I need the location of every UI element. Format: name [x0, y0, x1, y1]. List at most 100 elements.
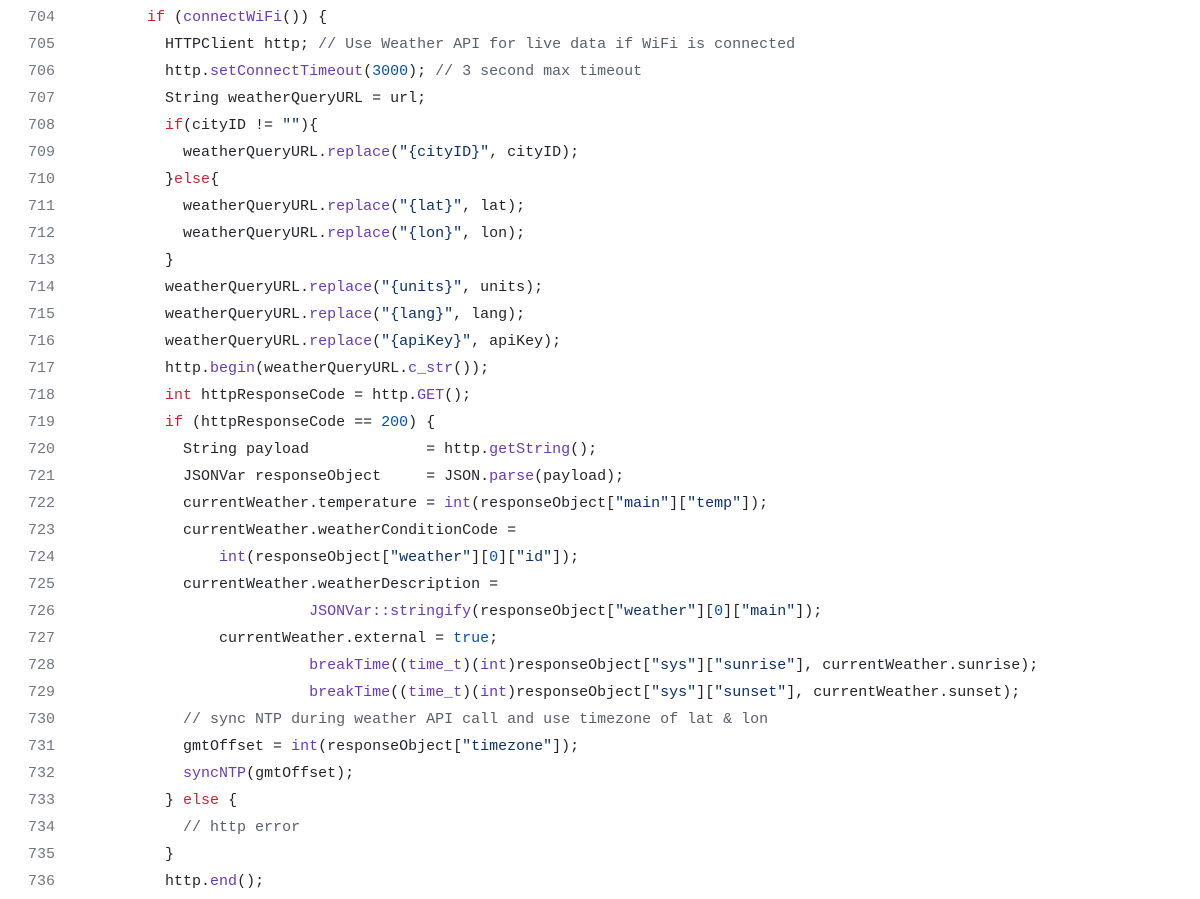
token-pl-s: "id" — [516, 549, 552, 566]
token-plain: ][ — [696, 684, 714, 701]
token-plain: ); — [408, 63, 435, 80]
code-line[interactable]: int httpResponseCode = http.GET(); — [75, 382, 1200, 409]
token-plain: ][ — [723, 603, 741, 620]
code-line[interactable]: } — [75, 247, 1200, 274]
line-number: 724 — [28, 544, 55, 571]
code-line[interactable]: weatherQueryURL.replace("{lon}", lon); — [75, 220, 1200, 247]
code-line[interactable]: syncNTP(gmtOffset); — [75, 760, 1200, 787]
token-plain: ][ — [696, 603, 714, 620]
code-line[interactable]: weatherQueryURL.replace("{apiKey}", apiK… — [75, 328, 1200, 355]
line-number: 712 — [28, 220, 55, 247]
token-pl-c: // sync NTP during weather API call and … — [183, 711, 768, 728]
token-plain: ()); — [453, 360, 489, 377]
token-pl-en: replace — [327, 225, 390, 242]
token-plain: weatherQueryURL. — [75, 306, 309, 323]
token-plain: weatherQueryURL. — [75, 333, 309, 350]
line-number: 706 — [28, 58, 55, 85]
token-plain: ]); — [552, 549, 579, 566]
token-pl-s: "temp" — [687, 495, 741, 512]
code-line[interactable]: JSONVar::stringify(responseObject["weath… — [75, 598, 1200, 625]
token-plain: ; — [489, 630, 498, 647]
code-line[interactable]: weatherQueryURL.replace("{units}", units… — [75, 274, 1200, 301]
token-pl-s: "" — [282, 117, 300, 134]
line-number: 709 — [28, 139, 55, 166]
token-plain: String weatherQueryURL = url; — [75, 90, 426, 107]
token-pl-en: replace — [309, 306, 372, 323]
code-line[interactable]: breakTime((time_t)(int)responseObject["s… — [75, 679, 1200, 706]
token-plain: currentWeather.weatherDescription = — [75, 576, 498, 593]
code-line[interactable]: } — [75, 841, 1200, 868]
code-line[interactable]: currentWeather.temperature = int(respons… — [75, 490, 1200, 517]
code-line[interactable]: JSONVar responseObject = JSON.parse(payl… — [75, 463, 1200, 490]
code-line[interactable]: HTTPClient http; // Use Weather API for … — [75, 31, 1200, 58]
token-plain: ( — [372, 306, 381, 323]
token-plain: )( — [462, 684, 480, 701]
line-number: 729 — [28, 679, 55, 706]
token-plain: ( — [165, 9, 183, 26]
line-number: 711 — [28, 193, 55, 220]
token-plain: ( — [372, 279, 381, 296]
code-line[interactable]: int(responseObject["weather"][0]["id"]); — [75, 544, 1200, 571]
token-plain: } — [75, 171, 174, 188]
line-number: 720 — [28, 436, 55, 463]
token-plain: ]); — [552, 738, 579, 755]
code-line[interactable]: weatherQueryURL.replace("{lat}", lat); — [75, 193, 1200, 220]
token-pl-s: "weather" — [390, 549, 471, 566]
code-line[interactable]: weatherQueryURL.replace("{lang}", lang); — [75, 301, 1200, 328]
code-line[interactable]: if (connectWiFi()) { — [75, 4, 1200, 31]
line-number: 713 — [28, 247, 55, 274]
code-content[interactable]: if (connectWiFi()) { HTTPClient http; //… — [75, 4, 1200, 895]
token-pl-en: replace — [309, 279, 372, 296]
token-plain: (cityID != — [183, 117, 282, 134]
token-plain: weatherQueryURL. — [75, 225, 327, 242]
code-line[interactable]: } else { — [75, 787, 1200, 814]
code-line[interactable]: // sync NTP during weather API call and … — [75, 706, 1200, 733]
token-pl-c: // http error — [183, 819, 300, 836]
token-pl-s: "main" — [741, 603, 795, 620]
code-line[interactable]: weatherQueryURL.replace("{cityID}", city… — [75, 139, 1200, 166]
code-line[interactable]: // http error — [75, 814, 1200, 841]
token-plain: weatherQueryURL. — [75, 279, 309, 296]
token-plain: ][ — [498, 549, 516, 566]
token-plain: (httpResponseCode == — [183, 414, 381, 431]
line-number: 733 — [28, 787, 55, 814]
line-number: 722 — [28, 490, 55, 517]
code-line[interactable]: gmtOffset = int(responseObject["timezone… — [75, 733, 1200, 760]
code-line[interactable]: if (httpResponseCode == 200) { — [75, 409, 1200, 436]
token-plain: ]); — [741, 495, 768, 512]
token-plain — [75, 819, 183, 836]
line-number: 721 — [28, 463, 55, 490]
code-block: 7047057067077087097107117127137147157167… — [0, 0, 1200, 899]
code-line[interactable]: currentWeather.external = true; — [75, 625, 1200, 652]
token-pl-s: "{cityID}" — [399, 144, 489, 161]
code-line[interactable]: String payload = http.getString(); — [75, 436, 1200, 463]
token-plain: ( — [390, 225, 399, 242]
line-number: 734 — [28, 814, 55, 841]
code-line[interactable]: String weatherQueryURL = url; — [75, 85, 1200, 112]
line-number: 735 — [28, 841, 55, 868]
code-line[interactable]: breakTime((time_t)(int)responseObject["s… — [75, 652, 1200, 679]
token-pl-en: int — [480, 657, 507, 674]
code-line[interactable]: currentWeather.weatherDescription = — [75, 571, 1200, 598]
token-plain: (responseObject[ — [246, 549, 390, 566]
code-line[interactable]: http.end(); — [75, 868, 1200, 895]
token-plain: , lat); — [462, 198, 525, 215]
token-plain: ( — [390, 144, 399, 161]
token-plain: , lang); — [453, 306, 525, 323]
token-plain: ){ — [300, 117, 318, 134]
token-pl-c1: 200 — [381, 414, 408, 431]
token-pl-s: "{lat}" — [399, 198, 462, 215]
line-number: 718 — [28, 382, 55, 409]
token-plain: , apiKey); — [471, 333, 561, 350]
token-pl-en: JSONVar::stringify — [309, 603, 471, 620]
token-plain: gmtOffset = — [75, 738, 291, 755]
token-plain — [75, 549, 219, 566]
code-line[interactable]: currentWeather.weatherConditionCode = — [75, 517, 1200, 544]
token-pl-c: // 3 second max timeout — [435, 63, 642, 80]
code-line[interactable]: http.begin(weatherQueryURL.c_str()); — [75, 355, 1200, 382]
token-plain: currentWeather.external = — [75, 630, 453, 647]
code-line[interactable]: if(cityID != ""){ — [75, 112, 1200, 139]
token-plain: (( — [390, 684, 408, 701]
code-line[interactable]: http.setConnectTimeout(3000); // 3 secon… — [75, 58, 1200, 85]
code-line[interactable]: }else{ — [75, 166, 1200, 193]
